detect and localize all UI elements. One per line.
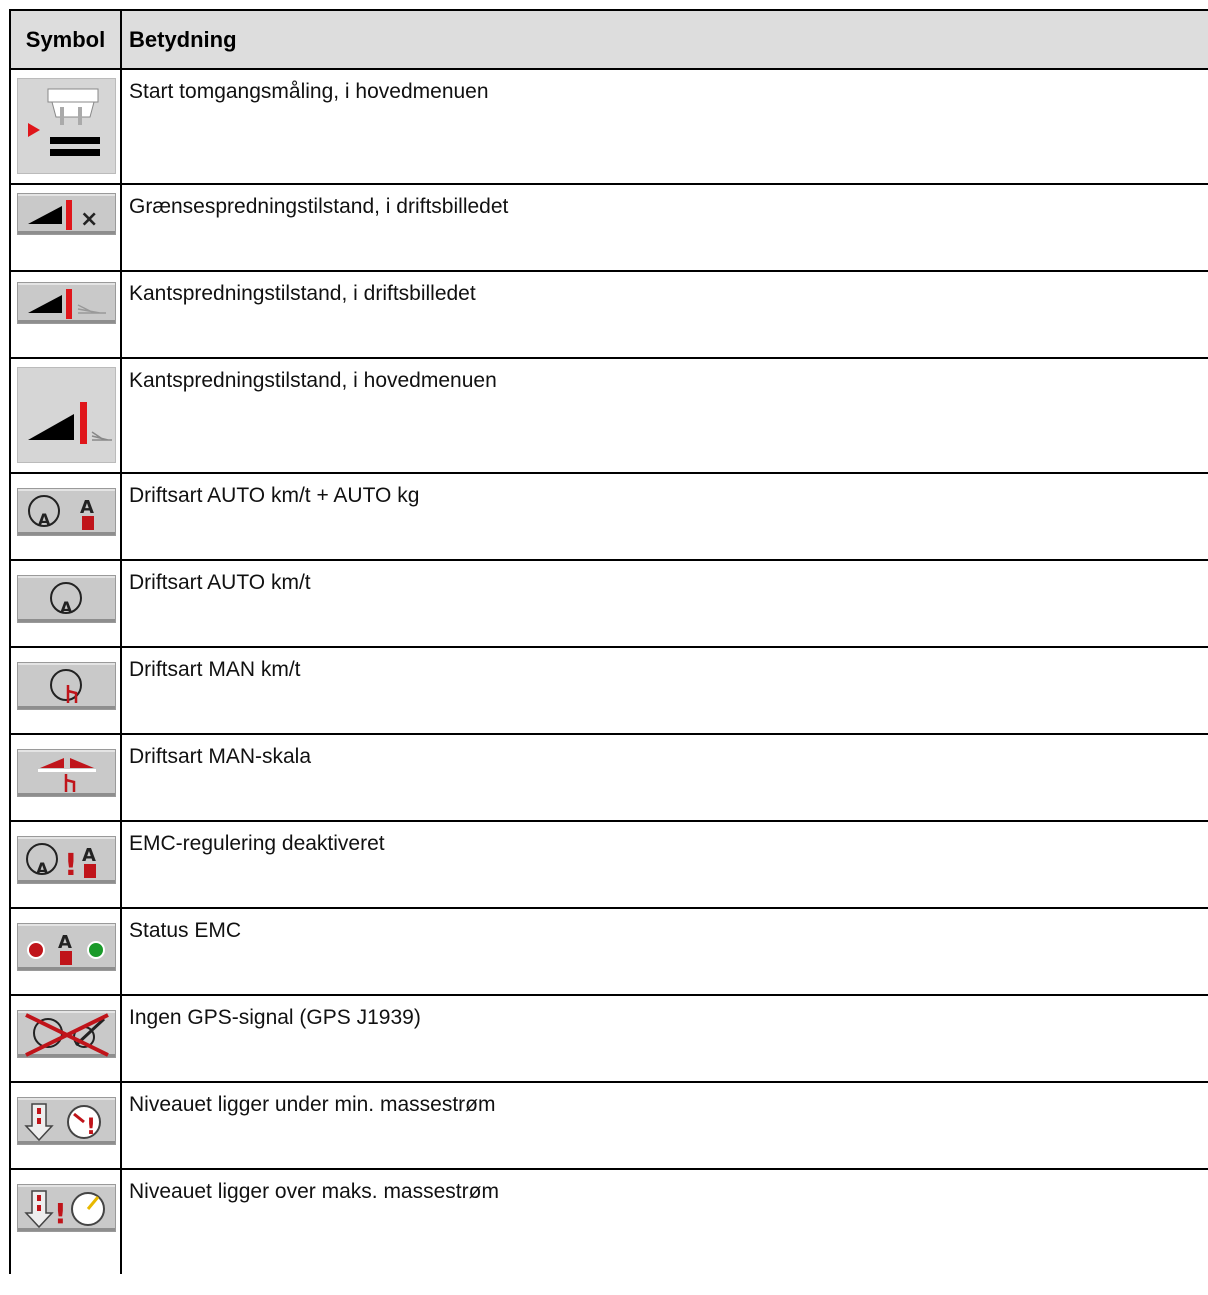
table-row: ! Niveauet ligger over maks. massestrøm <box>9 1170 1208 1274</box>
row-text: Niveauet ligger over maks. massestrøm <box>129 1180 499 1203</box>
table-row: Kantspredningstilstand, i driftsbilledet <box>9 272 1208 359</box>
header-meaning: Betydning <box>129 27 237 52</box>
symbol-cell: ! <box>11 1170 122 1274</box>
svg-text:A: A <box>80 497 94 518</box>
table-row: A A Driftsart AUTO km/t + AUTO kg <box>9 474 1208 561</box>
table-row: Kantspredningstilstand, i hovedmenuen <box>9 359 1208 474</box>
row-text: EMC-regulering deaktiveret <box>129 832 385 855</box>
row-text: Niveauet ligger under min. massestrøm <box>129 1093 496 1116</box>
row-text: Start tomgangsmåling, i hovedmenuen <box>129 80 489 103</box>
edge-spreading-mode-main-icon <box>17 367 116 463</box>
man-scale-icon <box>17 749 116 797</box>
level-above-max-flow-icon: ! <box>17 1184 116 1232</box>
table-row: Ingen GPS-signal (GPS J1939) <box>9 996 1208 1083</box>
auto-kmh-icon: A <box>17 575 116 623</box>
start-idle-measurement-icon <box>17 78 116 174</box>
edge-spreading-mode-icon <box>17 282 116 324</box>
row-text: Driftsart AUTO km/t <box>129 571 311 594</box>
svg-text:!: ! <box>54 1197 67 1230</box>
table-row: Driftsart MAN-skala <box>9 735 1208 822</box>
svg-text:A: A <box>38 510 51 529</box>
svg-text:A: A <box>60 598 73 617</box>
svg-text:!: ! <box>64 848 78 883</box>
symbol-cell: ! <box>11 1083 122 1168</box>
symbol-cell: × <box>11 185 122 270</box>
symbol-cell <box>11 359 122 472</box>
row-text: Driftsart MAN km/t <box>129 658 301 681</box>
symbol-cell <box>11 272 122 357</box>
symbol-table: Symbol Betydning Start tomgangsmåling, i… <box>9 9 1208 1274</box>
svg-text:A: A <box>82 845 96 866</box>
table-row: ! Niveauet ligger under min. massestrøm <box>9 1083 1208 1170</box>
man-kmh-icon <box>17 662 116 710</box>
row-text: Ingen GPS-signal (GPS J1939) <box>129 1006 421 1029</box>
row-text: Driftsart AUTO km/t + AUTO kg <box>129 484 420 507</box>
level-below-min-flow-icon: ! <box>17 1097 116 1145</box>
emc-deactivated-icon: A ! A <box>17 836 116 884</box>
svg-text:×: × <box>80 207 98 232</box>
symbol-cell <box>11 735 122 820</box>
table-row: A ! A EMC-regulering deaktiveret <box>9 822 1208 909</box>
emc-status-icon: A <box>17 923 116 971</box>
table-row: Start tomgangsmåling, i hovedmenuen <box>9 70 1208 185</box>
row-text: Kantspredningstilstand, i driftsbilledet <box>129 282 476 305</box>
symbol-cell <box>11 996 122 1081</box>
symbol-cell: A ! A <box>11 822 122 907</box>
symbol-cell: A <box>11 561 122 646</box>
table-row: × Grænsespredningstilstand, i driftsbill… <box>9 185 1208 272</box>
table-header: Symbol Betydning <box>9 9 1208 70</box>
row-text: Kantspredningstilstand, i hovedmenuen <box>129 369 497 392</box>
limit-spreading-mode-icon: × <box>17 193 116 235</box>
symbol-cell <box>11 70 122 183</box>
no-gps-signal-icon <box>17 1010 116 1058</box>
table-row: A Status EMC <box>9 909 1208 996</box>
symbol-cell <box>11 648 122 733</box>
svg-text:A: A <box>58 932 72 953</box>
row-text: Grænsespredningstilstand, i driftsbilled… <box>129 195 509 218</box>
table-row: Driftsart MAN km/t <box>9 648 1208 735</box>
symbol-cell: A A <box>11 474 122 559</box>
table-row: A Driftsart AUTO km/t <box>9 561 1208 648</box>
symbol-cell: A <box>11 909 122 994</box>
row-text: Driftsart MAN-skala <box>129 745 312 768</box>
auto-kmh-auto-kg-icon: A A <box>17 488 116 536</box>
svg-text:A: A <box>36 859 49 878</box>
svg-text:!: ! <box>86 1115 96 1140</box>
row-text: Status EMC <box>129 919 242 942</box>
header-symbol: Symbol <box>11 11 122 68</box>
